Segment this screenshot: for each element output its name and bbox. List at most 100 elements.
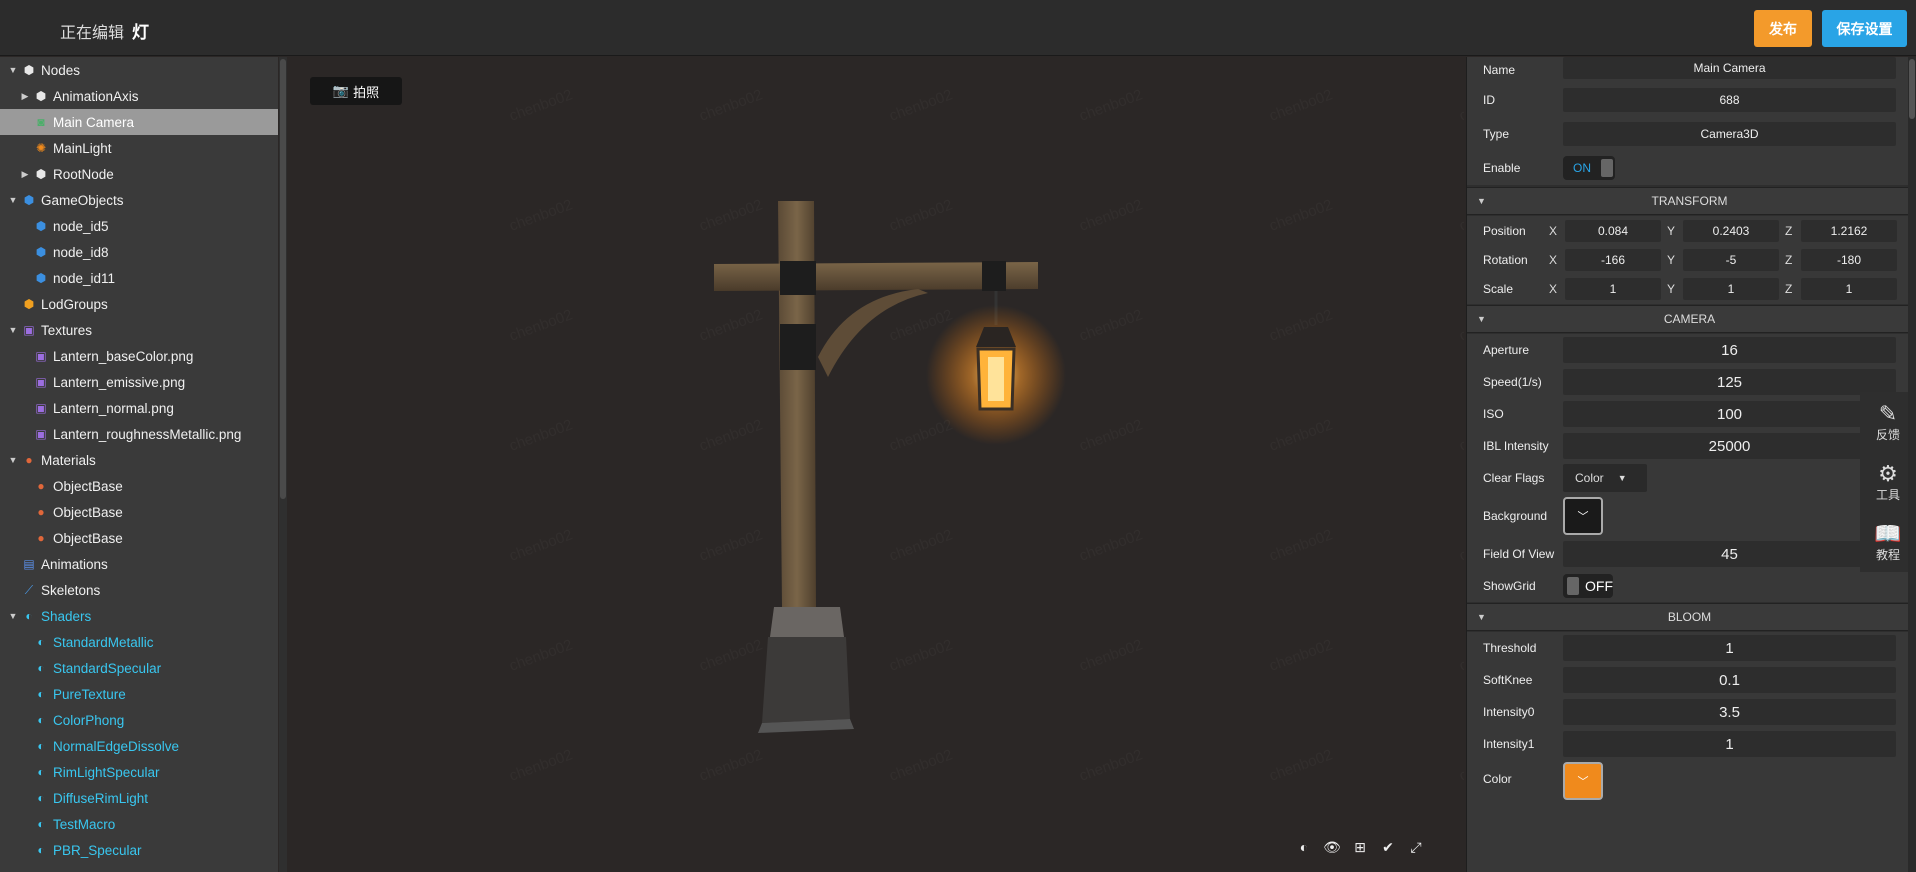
id-field[interactable]: 688 (1563, 88, 1896, 112)
ibl-field[interactable]: 25000 (1563, 433, 1896, 459)
tree-item[interactable]: ◐ ColorPhong (0, 707, 278, 733)
background-color-swatch[interactable]: ﹀ (1563, 497, 1603, 535)
edit-icon: ✎ (1878, 400, 1898, 426)
tree-item[interactable]: ▶ ⬢ RootNode (0, 161, 278, 187)
clear-flags-dropdown[interactable]: Color ▼ (1563, 464, 1647, 492)
expand-arrow-icon[interactable]: ▼ (8, 195, 18, 205)
intensity0-row: Intensity0 3.5 (1467, 696, 1912, 728)
properties-scrollbar[interactable] (1908, 57, 1916, 872)
grid-icon[interactable]: ⊞ (1352, 839, 1368, 855)
tree-item[interactable]: ◐ StandardMetallic (0, 629, 278, 655)
tree-item[interactable]: ▣ Lantern_normal.png (0, 395, 278, 421)
aperture-field[interactable]: 16 (1563, 337, 1896, 363)
tree-item-label: Animations (41, 556, 108, 572)
tree-item[interactable]: ▣ Lantern_baseColor.png (0, 343, 278, 369)
tree-item[interactable]: ◙ Main Camera (0, 109, 278, 135)
tree-item[interactable]: ▼ ⬢ GameObjects (0, 187, 278, 213)
ibl-row: IBL Intensity 25000 (1467, 430, 1912, 462)
check-icon[interactable]: ✔ (1380, 839, 1396, 855)
collapsed-arrow-icon[interactable]: ▶ (20, 91, 30, 101)
tree-item[interactable]: ⬢ node_id5 (0, 213, 278, 239)
rotation-label: Rotation (1483, 253, 1528, 267)
name-field[interactable]: Main Camera (1563, 57, 1896, 79)
tree-item[interactable]: ● ObjectBase (0, 525, 278, 551)
transform-section-header[interactable]: ▼ TRANSFORM (1467, 187, 1912, 215)
cube-blue-icon: ⬢ (23, 193, 35, 207)
contrast-icon[interactable]: ◐ (1296, 839, 1312, 855)
showgrid-toggle[interactable]: OFF (1563, 574, 1613, 598)
tree-item-label: PBR_Specular (53, 842, 142, 858)
tree-item[interactable]: ⬢ node_id8 (0, 239, 278, 265)
tree-item[interactable]: ◐ PBR_Specular (0, 837, 278, 863)
scale-z-field[interactable]: 1 (1801, 278, 1897, 300)
rotation-z-label: Z (1785, 253, 1793, 267)
rotation-y-field[interactable]: -5 (1683, 249, 1779, 271)
tree-item[interactable]: ▼ ⬢ Nodes (0, 57, 278, 83)
tree-item[interactable]: ✺ MainLight (0, 135, 278, 161)
scene-name: 灯 (132, 23, 150, 42)
tree-scrollbar[interactable] (279, 57, 287, 872)
properties-scroll-thumb[interactable] (1909, 59, 1915, 119)
position-z-field[interactable]: 1.2162 (1801, 220, 1897, 242)
tree-item[interactable]: ▤ Animations (0, 551, 278, 577)
bloom-section-header[interactable]: ▼ BLOOM (1467, 603, 1912, 631)
tree-item-label: ColorPhong (53, 712, 125, 728)
speed-field[interactable]: 125 (1563, 369, 1896, 395)
softknee-field[interactable]: 0.1 (1563, 667, 1896, 693)
threshold-field[interactable]: 1 (1563, 635, 1896, 661)
background-row: Background ﹀ (1467, 494, 1912, 538)
background-label: Background (1483, 509, 1548, 523)
take-photo-button[interactable]: 📷 拍照 (310, 77, 402, 105)
tree-item[interactable]: ◐ TestMacro (0, 811, 278, 837)
tree-item[interactable]: ▼ ◐ Shaders (0, 603, 278, 629)
tree-item[interactable]: ▼ ▣ Textures (0, 317, 278, 343)
position-y-field[interactable]: 0.2403 (1683, 220, 1779, 242)
tree-item[interactable]: ⟋ Skeletons (0, 577, 278, 603)
publish-button[interactable]: 发布 (1754, 10, 1812, 47)
fullscreen-icon[interactable]: ⤢ (1408, 839, 1424, 855)
tree-scroll-thumb[interactable] (280, 59, 286, 499)
rotation-z-field[interactable]: -180 (1801, 249, 1897, 271)
tree-item[interactable]: ▼ ● Materials (0, 447, 278, 473)
tree-item[interactable]: ▶ ⬢ AnimationAxis (0, 83, 278, 109)
tree-item[interactable]: ● ObjectBase (0, 499, 278, 525)
camera-section-header[interactable]: ▼ CAMERA (1467, 305, 1912, 333)
scale-y-field[interactable]: 1 (1683, 278, 1779, 300)
iso-field[interactable]: 100 (1563, 401, 1896, 427)
eye-icon[interactable]: 👁 (1323, 839, 1341, 855)
tree-item[interactable]: ● ObjectBase (0, 473, 278, 499)
intensity0-field[interactable]: 3.5 (1563, 699, 1896, 725)
3d-viewport[interactable]: chenbo02chenbo02chenbo02chenbo02chenbo02… (288, 57, 1464, 872)
tree-item[interactable]: ◐ PureTexture (0, 681, 278, 707)
tree-item[interactable]: ◐ DiffuseRimLight (0, 785, 278, 811)
collapsed-arrow-icon[interactable]: ▶ (20, 169, 30, 179)
expand-arrow-icon[interactable]: ▼ (8, 325, 18, 335)
tree-item[interactable]: ⬢ LodGroups (0, 291, 278, 317)
tree-item[interactable]: ⬢ node_id11 (0, 265, 278, 291)
rotation-x-field[interactable]: -166 (1565, 249, 1661, 271)
tree-item[interactable]: ◐ NormalEdgeDissolve (0, 733, 278, 759)
type-field[interactable]: Camera3D (1563, 122, 1896, 146)
expand-arrow-icon[interactable]: ▼ (8, 455, 18, 465)
intensity1-field[interactable]: 1 (1563, 731, 1896, 757)
chevron-down-icon: ﹀ (1577, 776, 1589, 788)
tree-item[interactable]: ◐ RimLightSpecular (0, 759, 278, 785)
intensity1-row: Intensity1 1 (1467, 728, 1912, 760)
expand-arrow-icon[interactable]: ▼ (8, 611, 18, 621)
tree-item[interactable]: ▣ Lantern_roughnessMetallic.png (0, 421, 278, 447)
expand-arrow-icon[interactable]: ▼ (8, 65, 18, 75)
sphere-icon: ● (37, 531, 45, 545)
cube-icon: ⬢ (35, 89, 47, 103)
bloom-color-swatch[interactable]: ﹀ (1563, 762, 1603, 800)
shader-icon: ◐ (37, 635, 45, 649)
scale-x-field[interactable]: 1 (1565, 278, 1661, 300)
position-x-field[interactable]: 0.084 (1565, 220, 1661, 242)
sphere-icon: ● (25, 453, 33, 467)
tree-item[interactable]: ▣ Lantern_emissive.png (0, 369, 278, 395)
save-settings-button[interactable]: 保存设置 (1822, 10, 1907, 47)
collapse-icon: ▼ (1477, 196, 1486, 206)
tree-item[interactable]: ◐ StandardSpecular (0, 655, 278, 681)
fov-field[interactable]: 45 (1563, 541, 1896, 567)
enable-toggle[interactable]: ON (1563, 156, 1615, 180)
film-icon: ▤ (23, 557, 35, 571)
